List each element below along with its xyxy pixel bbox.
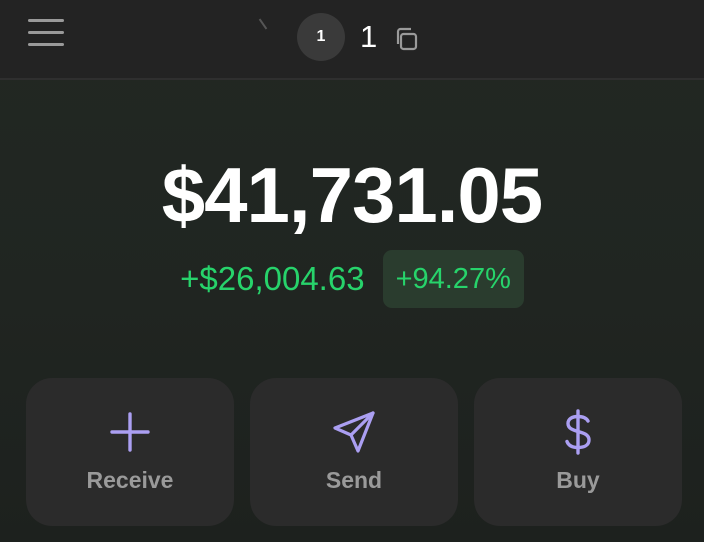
balance-change-row: +$26,004.63 +94.27% bbox=[0, 250, 704, 308]
receive-label: Receive bbox=[86, 467, 174, 493]
menu-line bbox=[28, 31, 64, 34]
change-percent-badge: +94.27% bbox=[382, 250, 524, 308]
send-label: Send bbox=[325, 467, 383, 493]
dollar-icon bbox=[554, 408, 602, 456]
receive-button[interactable]: Receive bbox=[26, 378, 234, 526]
copy-icon[interactable] bbox=[392, 25, 420, 53]
header-bar: 1 1 bbox=[0, 0, 704, 80]
account-avatar[interactable]: 1 bbox=[297, 13, 345, 61]
wallet-screen: 1 1 $41,731.05 +$26,004.63 +94.27% Recei… bbox=[0, 0, 704, 542]
hamburger-icon[interactable] bbox=[26, 16, 66, 50]
menu-line bbox=[28, 19, 64, 22]
account-name[interactable]: 1 bbox=[360, 19, 377, 55]
menu-line bbox=[28, 43, 64, 46]
buy-button[interactable]: Buy bbox=[474, 378, 682, 526]
plus-icon bbox=[106, 408, 154, 456]
divider-mark bbox=[258, 18, 268, 30]
buy-label: Buy bbox=[556, 467, 600, 493]
change-value: +$26,004.63 bbox=[180, 260, 365, 297]
total-balance: $41,731.05 bbox=[161, 151, 543, 239]
action-buttons: Receive Send Buy bbox=[26, 378, 682, 526]
send-button[interactable]: Send bbox=[250, 378, 458, 526]
paper-plane-icon bbox=[330, 408, 378, 456]
